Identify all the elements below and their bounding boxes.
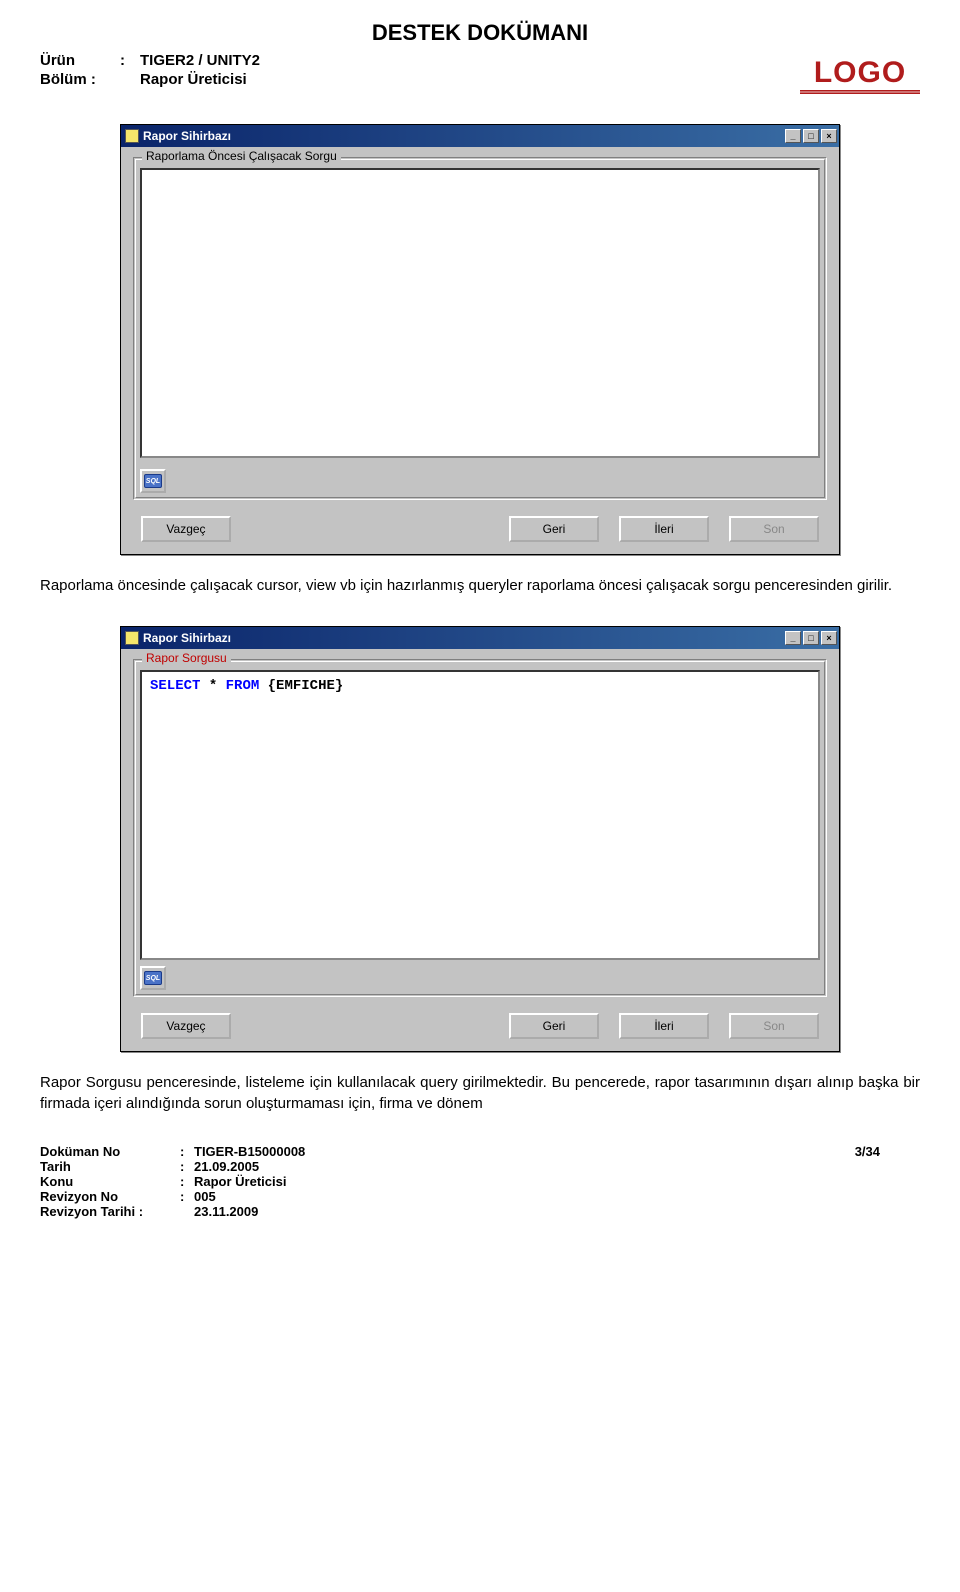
next-button[interactable]: İleri [619,516,709,542]
header-meta: Ürün : TIGER2 / UNITY2 Bölüm : Rapor Üre… [40,52,800,90]
sql-icon: SQL [144,971,162,985]
titlebar[interactable]: Rapor Sihirbazı _ □ × [121,125,839,147]
back-button[interactable]: Geri [509,516,599,542]
sql-button[interactable]: SQL [140,469,166,493]
meta-colon-blank [120,71,140,88]
meta-product-value: TIGER2 / UNITY2 [140,52,260,69]
groupbox-report-query: Rapor Sorgusu SELECT * FROM {EMFICHE} SQ… [133,659,827,997]
window-title: Rapor Sihirbazı [143,631,231,645]
meta-colon: : [120,52,140,69]
groupbox-label: Raporlama Öncesi Çalışacak Sorgu [142,149,341,163]
footer: 3/34 Doküman No : TIGER-B15000008 Tarih … [40,1144,920,1219]
maximize-button[interactable]: □ [803,631,819,645]
brand-logo: LOGO [800,58,920,94]
maximize-button[interactable]: □ [803,129,819,143]
footer-colon: : [180,1174,194,1189]
finish-button[interactable]: Son [729,1013,819,1039]
report-query-textarea[interactable]: SELECT * FROM {EMFICHE} [140,670,820,960]
back-button[interactable]: Geri [509,1013,599,1039]
meta-product-label: Ürün [40,52,120,69]
footer-revdate-label: Revizyon Tarihi : [40,1204,180,1219]
sql-star: * [209,678,217,694]
window-title: Rapor Sihirbazı [143,129,231,143]
groupbox-pre-query: Raporlama Öncesi Çalışacak Sorgu SQL [133,157,827,500]
logo-text: LOGO [814,58,906,88]
close-button[interactable]: × [821,631,837,645]
page-number: 3/34 [855,1144,880,1159]
footer-subject-value: Rapor Üreticisi [194,1174,286,1189]
sql-table: {EMFICHE} [268,678,344,694]
pre-query-textarea[interactable] [140,168,820,458]
groupbox-label: Rapor Sorgusu [142,651,231,665]
footer-colon: : [180,1159,194,1174]
sql-keyword-select: SELECT [150,678,200,694]
next-button[interactable]: İleri [619,1013,709,1039]
footer-revdate-value: 23.11.2009 [194,1204,258,1219]
close-button[interactable]: × [821,129,837,143]
finish-button[interactable]: Son [729,516,819,542]
footer-colon-blank [180,1204,194,1219]
footer-date-value: 21.09.2005 [194,1159,259,1174]
meta-section-value: Rapor Üreticisi [140,71,247,88]
footer-colon: : [180,1189,194,1204]
footer-colon: : [180,1144,194,1159]
header-row: Ürün : TIGER2 / UNITY2 Bölüm : Rapor Üre… [40,52,920,94]
cancel-button[interactable]: Vazgeç [141,516,231,542]
window-icon [125,129,139,143]
window-rapor-sihirbazi-2: Rapor Sihirbazı _ □ × Rapor Sorgusu SELE… [120,626,840,1052]
logo-underline [800,90,920,94]
footer-date-label: Tarih [40,1159,180,1174]
sql-button[interactable]: SQL [140,966,166,990]
footer-docno-label: Doküman No [40,1144,180,1159]
footer-subject-label: Konu [40,1174,180,1189]
window-rapor-sihirbazi-1: Rapor Sihirbazı _ □ × Raporlama Öncesi Ç… [120,124,840,555]
cancel-button[interactable]: Vazgeç [141,1013,231,1039]
footer-revno-value: 005 [194,1189,216,1204]
titlebar[interactable]: Rapor Sihirbazı _ □ × [121,627,839,649]
meta-section-label: Bölüm : [40,71,120,88]
paragraph-2: Rapor Sorgusu penceresinde, listeleme iç… [40,1072,920,1114]
footer-docno-value: TIGER-B15000008 [194,1144,305,1159]
minimize-button[interactable]: _ [785,631,801,645]
footer-revno-label: Revizyon No [40,1189,180,1204]
sql-icon: SQL [144,474,162,488]
sql-keyword-from: FROM [226,678,260,694]
window-icon [125,631,139,645]
minimize-button[interactable]: _ [785,129,801,143]
document-title: DESTEK DOKÜMANI [40,20,920,46]
paragraph-1: Raporlama öncesinde çalışacak cursor, vi… [40,575,920,596]
